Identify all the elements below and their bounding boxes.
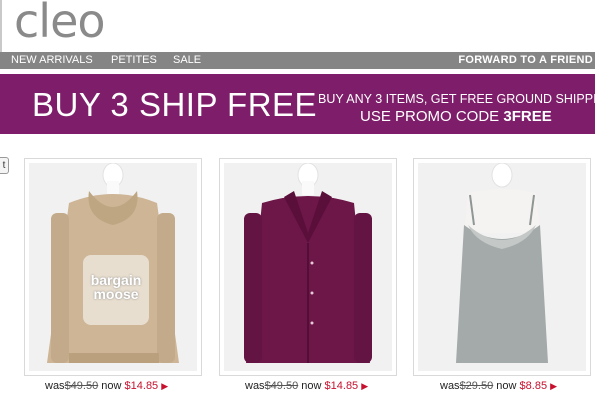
promo-code: 3FREE	[503, 108, 552, 125]
price-line-3[interactable]: was$29.50 now $8.85 ▶	[440, 380, 557, 392]
product-image-1[interactable]: bargain moose	[29, 163, 197, 371]
was-label-3: was	[440, 380, 460, 392]
cleo-logo[interactable]: cleo	[14, 0, 106, 48]
product-image-3[interactable]	[418, 163, 586, 371]
nav-sale[interactable]: SALE	[173, 54, 201, 66]
price-line-1[interactable]: was$49.50 now $14.85 ▶	[45, 380, 168, 392]
was-label-1: was	[45, 380, 65, 392]
now-label-1: now	[101, 380, 122, 392]
promo-banner[interactable]: BUY 3 SHIP FREE BUY ANY 3 ITEMS, GET FRE…	[0, 74, 595, 134]
nav-new-arrivals[interactable]: NEW ARRIVALS	[11, 54, 93, 66]
promo-prefix: USE PROMO CODE	[360, 108, 504, 125]
header: cleo	[0, 0, 595, 52]
main-nav: NEW ARRIVALS PETITES SALE FORWARD TO A F…	[0, 52, 595, 69]
product-image-2[interactable]	[224, 163, 392, 371]
chevron-right-icon: ▶	[550, 381, 557, 391]
watermark-line-2: moose	[93, 286, 139, 302]
banner-shipping-text: BUY ANY 3 ITEMS, GET FREE GROUND SHIPPIN…	[318, 92, 595, 106]
header-edge	[0, 0, 2, 52]
product-card-2[interactable]	[219, 158, 397, 376]
now-price-2: $14.85	[324, 380, 359, 392]
banner-title: BUY 3 SHIP FREE	[32, 86, 318, 123]
was-price-1: $49.50	[64, 380, 99, 392]
watermark-line-1: bargain	[90, 272, 142, 288]
product-card-3[interactable]	[413, 158, 591, 376]
chevron-right-icon: ▶	[161, 381, 169, 391]
product-card-1[interactable]: bargain moose	[24, 158, 202, 376]
side-tab[interactable]: t	[0, 157, 9, 174]
price-line-2[interactable]: was$49.50 now $14.85 ▶	[245, 380, 368, 392]
now-label-3: now	[496, 380, 517, 392]
forward-to-friend-link[interactable]: FORWARD TO A FRIEND	[458, 54, 593, 66]
now-price-3: $8.85	[519, 380, 548, 392]
banner-promo-text: USE PROMO CODE 3FREE	[360, 108, 552, 125]
bargain-moose-watermark: bargain moose	[83, 255, 149, 325]
was-price-3: $29.50	[459, 380, 494, 392]
was-price-2: $49.50	[264, 380, 299, 392]
now-price-1: $14.85	[124, 380, 159, 392]
chevron-right-icon: ▶	[361, 381, 369, 391]
was-label-2: was	[245, 380, 265, 392]
now-label-2: now	[301, 380, 322, 392]
nav-petites[interactable]: PETITES	[111, 54, 157, 66]
